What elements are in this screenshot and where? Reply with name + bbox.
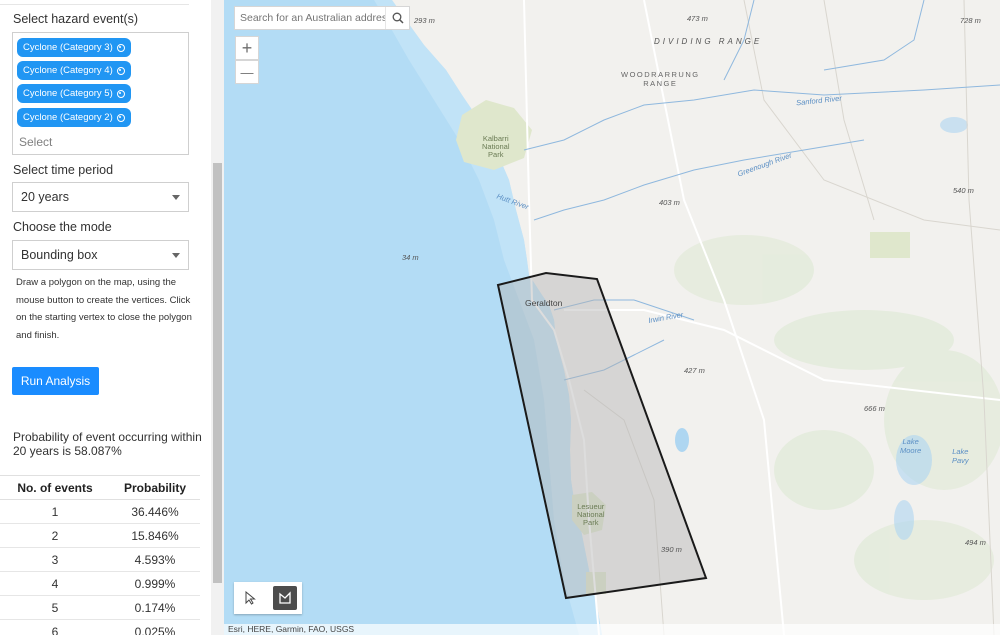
map-label: Geraldton bbox=[525, 298, 563, 308]
divider bbox=[0, 4, 189, 5]
map-label: 390 m bbox=[661, 545, 682, 554]
table-row: 4 0.999% bbox=[0, 571, 200, 596]
hazard-chip-label: Cyclone (Category 5) bbox=[23, 88, 113, 99]
address-search-input[interactable] bbox=[235, 7, 385, 29]
run-analysis-button[interactable]: Run Analysis bbox=[12, 367, 99, 395]
time-period-label: Select time period bbox=[13, 163, 114, 177]
table-row: 1 36.446% bbox=[0, 499, 200, 524]
map-view[interactable]: DIVIDING RANGE WOODRARRUNG RANGE Sanford … bbox=[224, 0, 1000, 635]
map-label: 473 m bbox=[687, 14, 708, 23]
map-label: Lake Moore bbox=[900, 437, 921, 455]
events-cell: 1 bbox=[0, 499, 110, 524]
column-header: Probability bbox=[110, 475, 200, 500]
column-header: No. of events bbox=[0, 475, 110, 500]
hazard-multiselect[interactable]: Cyclone (Category 3) Cyclone (Category 4… bbox=[12, 32, 189, 155]
search-icon bbox=[392, 12, 404, 24]
hazard-chip-label: Cyclone (Category 3) bbox=[23, 42, 113, 53]
chevron-down-icon bbox=[172, 195, 180, 200]
probability-cell: 0.999% bbox=[110, 571, 200, 596]
mode-select[interactable]: Bounding box bbox=[12, 240, 189, 270]
events-cell: 6 bbox=[0, 619, 110, 635]
remove-chip-icon[interactable] bbox=[116, 66, 125, 75]
map-label-line: RANGE bbox=[643, 79, 678, 88]
address-search bbox=[234, 6, 410, 30]
mode-label: Choose the mode bbox=[13, 220, 112, 234]
events-cell: 4 bbox=[0, 571, 110, 596]
map-label-line: Pavy bbox=[952, 456, 969, 465]
hazard-chip[interactable]: Cyclone (Category 3) bbox=[17, 38, 131, 57]
map-attribution: Esri, HERE, Garmin, FAO, USGS bbox=[224, 624, 1000, 635]
select-tool-button[interactable] bbox=[239, 586, 263, 610]
table-row: 3 4.593% bbox=[0, 547, 200, 572]
draw-instructions: Draw a polygon on the map, using the mou… bbox=[16, 277, 192, 341]
map-label: Lake Pavy bbox=[952, 447, 969, 465]
hazard-search-input[interactable]: Select bbox=[19, 135, 52, 149]
map-label: 403 m bbox=[659, 198, 680, 207]
map-label-line: Lake bbox=[952, 447, 969, 456]
map-label: 427 m bbox=[684, 366, 705, 375]
map-label: DIVIDING RANGE bbox=[654, 37, 763, 46]
polygon-icon bbox=[279, 591, 291, 604]
map-label: 494 m bbox=[965, 538, 986, 547]
chevron-down-icon bbox=[172, 253, 180, 258]
probability-cell: 0.025% bbox=[110, 619, 200, 635]
sidebar-scrollbar-thumb[interactable] bbox=[213, 163, 222, 583]
pointer-icon bbox=[245, 591, 256, 605]
map-label: WOODRARRUNG RANGE bbox=[621, 70, 700, 88]
mode-value: Bounding box bbox=[21, 248, 98, 262]
hazard-chip-label: Cyclone (Category 4) bbox=[23, 65, 113, 76]
map-label: 540 m bbox=[953, 186, 974, 195]
hazard-chip[interactable]: Cyclone (Category 4) bbox=[17, 61, 131, 80]
table-header-row: No. of events Probability bbox=[0, 475, 200, 500]
events-cell: 2 bbox=[0, 523, 110, 548]
zoom-out-button[interactable]: — bbox=[235, 60, 259, 84]
probability-cell: 0.174% bbox=[110, 595, 200, 620]
hazard-chip[interactable]: Cyclone (Category 5) bbox=[17, 84, 131, 103]
map-label-line: Park bbox=[488, 150, 504, 159]
probability-cell: 36.446% bbox=[110, 499, 200, 524]
search-button[interactable] bbox=[385, 7, 409, 29]
map-label: 728 m bbox=[960, 16, 981, 25]
hazard-label: Select hazard event(s) bbox=[13, 12, 139, 26]
probability-cell: 4.593% bbox=[110, 547, 200, 572]
time-period-select[interactable]: 20 years bbox=[12, 182, 189, 212]
events-cell: 5 bbox=[0, 595, 110, 620]
remove-chip-icon[interactable] bbox=[116, 113, 125, 122]
table-row: 5 0.174% bbox=[0, 595, 200, 620]
time-period-value: 20 years bbox=[21, 190, 69, 204]
map-label-line: WOODRARRUNG bbox=[621, 70, 700, 79]
zoom-in-button[interactable]: + bbox=[235, 36, 259, 60]
map-label: 34 m bbox=[402, 253, 419, 262]
sketch-toolbar bbox=[234, 582, 302, 614]
remove-chip-icon[interactable] bbox=[116, 89, 125, 98]
map-label-line: Lake bbox=[902, 437, 919, 446]
park-patch bbox=[870, 232, 910, 258]
basemap bbox=[224, 0, 1000, 635]
hazard-chip[interactable]: Cyclone (Category 2) bbox=[17, 108, 131, 127]
vegetation bbox=[674, 235, 1000, 600]
map-label-line: Park bbox=[583, 518, 599, 527]
analysis-panel: Select hazard event(s) Cyclone (Category… bbox=[0, 0, 211, 635]
map-label: 293 m bbox=[414, 16, 435, 25]
map-label: Kalbarri National Park bbox=[482, 135, 510, 159]
map-label-line: Moore bbox=[900, 446, 922, 455]
table-row: 2 15.846% bbox=[0, 523, 200, 548]
result-summary: Probability of event occurring within 20… bbox=[13, 430, 202, 458]
results-table: No. of events Probability 1 36.446% 2 15.8… bbox=[0, 475, 200, 635]
remove-chip-icon[interactable] bbox=[116, 43, 125, 52]
polygon-tool-button[interactable] bbox=[273, 586, 297, 610]
events-cell: 3 bbox=[0, 547, 110, 572]
probability-cell: 15.846% bbox=[110, 523, 200, 548]
map-label: Lesueur National Park bbox=[577, 503, 605, 527]
map-label: 666 m bbox=[864, 404, 885, 413]
hazard-chip-label: Cyclone (Category 2) bbox=[23, 112, 113, 123]
table-row: 6 0.025% bbox=[0, 619, 200, 635]
